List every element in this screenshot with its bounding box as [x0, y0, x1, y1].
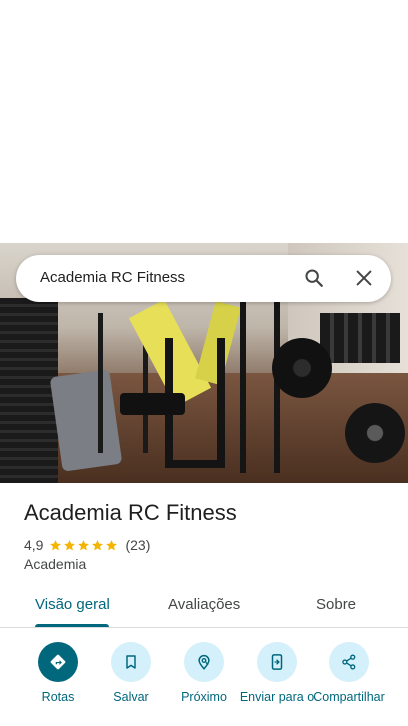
star-icon — [92, 539, 104, 550]
review-count[interactable]: (23) — [125, 537, 150, 553]
bookmark-icon — [111, 642, 151, 682]
save-label: Salvar — [113, 690, 149, 704]
tab-overview[interactable]: Visão geral — [35, 596, 110, 613]
place-tabs: Visão geral Avaliações Sobre — [0, 585, 408, 628]
share-icon — [329, 642, 369, 682]
search-input[interactable]: Academia RC Fitness — [40, 269, 185, 286]
share-button[interactable]: Compartilhar — [311, 642, 387, 705]
send-to-phone-label: Enviar para o — [239, 690, 315, 704]
nearby-button[interactable]: Próximo — [166, 642, 242, 705]
photo-plates — [272, 338, 332, 398]
star-rating — [49, 539, 119, 552]
star-icon — [64, 539, 76, 550]
rating-row[interactable]: 4,9 (23) — [24, 536, 150, 554]
photo-plates — [345, 403, 405, 463]
nearby-label: Próximo — [181, 690, 227, 704]
directions-button[interactable]: Rotas — [20, 642, 96, 705]
photo-weight-rack — [320, 313, 400, 363]
photo-machine — [0, 298, 58, 483]
tab-reviews[interactable]: Avaliações — [168, 596, 240, 613]
photo-seat — [120, 393, 185, 415]
place-category: Academia — [24, 556, 87, 572]
map-area[interactable] — [0, 0, 408, 243]
directions-icon — [38, 642, 78, 682]
nearby-icon — [184, 642, 224, 682]
search-icon[interactable] — [303, 267, 325, 289]
tab-about[interactable]: Sobre — [316, 596, 356, 613]
star-icon — [106, 539, 118, 550]
close-icon[interactable] — [353, 267, 375, 289]
star-icon — [78, 539, 90, 550]
star-icon — [50, 539, 62, 550]
save-button[interactable]: Salvar — [93, 642, 169, 705]
search-bar[interactable]: Academia RC Fitness — [16, 255, 391, 302]
place-title: Academia RC Fitness — [24, 500, 237, 525]
directions-label: Rotas — [41, 690, 75, 704]
send-to-phone-button[interactable]: Enviar para o — [239, 642, 315, 705]
share-label: Compartilhar — [313, 690, 385, 704]
send-to-phone-icon — [257, 642, 297, 682]
rating-value: 4,9 — [24, 537, 44, 553]
tab-indicator — [35, 624, 109, 627]
